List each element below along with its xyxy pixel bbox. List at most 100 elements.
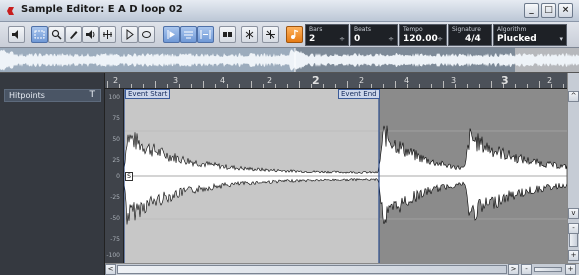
ruler-tick <box>395 81 396 88</box>
threshold-icon[interactable]: T <box>90 90 96 100</box>
zoom-in-horizontal-button[interactable]: + <box>565 264 576 275</box>
waveform-display[interactable]: Event Start Event End S <box>124 89 567 263</box>
ruler-tick <box>119 84 120 88</box>
event-end-marker[interactable]: Event End <box>338 89 380 99</box>
vertical-scrollbar[interactable]: ^ v - + <box>567 73 579 263</box>
level-label: 75 <box>112 115 120 122</box>
event-start-marker[interactable]: Event Start <box>125 89 171 99</box>
level-label: 0 <box>116 173 120 180</box>
sync-point-marker[interactable]: S <box>125 172 133 181</box>
hitpoints-label: Hitpoints <box>9 91 45 100</box>
scroll-left-button[interactable]: < <box>105 264 116 275</box>
zoom-tool[interactable] <box>48 26 65 43</box>
ruler-tick <box>203 81 204 88</box>
loop-button[interactable] <box>138 26 155 43</box>
ruler-beat-label: 2 <box>267 76 273 85</box>
pencil-icon <box>70 31 78 39</box>
bars-stepper-icon[interactable]: ÷ <box>339 35 345 43</box>
loop-icon <box>142 31 151 38</box>
ruler-tick <box>275 84 276 88</box>
ruler-bar-label: 2 <box>312 74 320 87</box>
bars-label: Bars <box>309 26 323 33</box>
warp-sample-button[interactable] <box>262 26 279 43</box>
snap-button[interactable] <box>180 26 197 43</box>
scroll-up-button[interactable]: ^ <box>568 91 579 102</box>
ruler-tick <box>215 84 216 88</box>
audition-loop-button[interactable] <box>163 26 180 43</box>
level-label: -75 <box>110 236 120 243</box>
ruler-tick <box>311 84 312 88</box>
beats-field[interactable]: Beats 0 ÷ <box>350 24 398 46</box>
ruler-tick <box>287 84 288 88</box>
ruler-tick <box>323 84 324 88</box>
musical-mode-icon <box>223 32 232 37</box>
hitpoints-section-header[interactable]: Hitpoints T <box>4 89 101 102</box>
horizontal-scroll-thumb[interactable] <box>117 265 507 274</box>
ruler-tick <box>347 81 348 88</box>
beats-stepper-icon[interactable]: ÷ <box>388 35 394 43</box>
show-info-button[interactable] <box>8 26 25 43</box>
ruler-tick <box>443 81 444 88</box>
algorithm-value: Plucked <box>497 34 537 44</box>
play-button[interactable] <box>121 26 138 43</box>
beats-label: Beats <box>354 26 371 33</box>
zoom-out-horizontal-button[interactable]: - <box>521 264 532 275</box>
level-label: -50 <box>110 215 120 222</box>
minimize-button[interactable]: _ <box>524 3 539 18</box>
tempo-value: 120.00 <box>403 34 438 44</box>
ruler-tick <box>479 84 480 88</box>
hitpoint-button[interactable] <box>197 26 214 43</box>
level-label: 50 <box>112 136 120 143</box>
ruler-tick <box>407 84 408 88</box>
draw-tool[interactable] <box>65 26 82 43</box>
scroll-down-button[interactable]: v <box>568 208 579 219</box>
horizontal-scrollbar[interactable]: < > - + <box>105 263 579 275</box>
ruler-tick <box>503 84 504 88</box>
dropdown-arrow-icon[interactable]: ▾ <box>559 35 563 43</box>
ruler-beat-label: 3 <box>173 76 179 85</box>
waveform-overview[interactable] <box>0 48 579 73</box>
scrub-icon <box>103 30 112 39</box>
ruler-tick <box>563 84 564 88</box>
level-scale: 100 75 50 25 0 -25 -50 -75 -100 <box>105 89 124 263</box>
vertical-zoom-slider[interactable] <box>569 233 578 247</box>
left-panel: Hitpoints T <box>0 73 105 275</box>
signature-field[interactable]: Signature 4/4 <box>448 24 492 46</box>
ruler-tick <box>551 84 552 88</box>
scrub-tool[interactable] <box>99 26 116 43</box>
play-icon <box>126 29 134 40</box>
window-title: Sample Editor: E A D loop 02 <box>21 4 183 15</box>
ruler-tick <box>383 84 384 88</box>
level-label: -100 <box>106 252 120 259</box>
ruler-tick <box>191 84 192 88</box>
signature-label: Signature <box>452 26 481 33</box>
close-button[interactable]: × <box>558 3 573 18</box>
title-bar: Sample Editor: E A D loop 02 _ □ × <box>0 0 579 22</box>
musical-mode-button[interactable] <box>219 26 236 43</box>
warp-tool[interactable] <box>241 26 258 43</box>
tempo-field[interactable]: Tempo 120.00 ÷ <box>399 24 447 46</box>
algorithm-dropdown[interactable]: Algorithm Plucked ▾ <box>493 24 567 46</box>
zoom-in-vertical-button[interactable]: + <box>568 250 579 261</box>
tempo-stepper-icon[interactable]: ÷ <box>437 35 443 43</box>
ruler-tick <box>467 84 468 88</box>
horizontal-zoom-slider[interactable] <box>534 267 562 272</box>
range-selection-tool[interactable] <box>31 26 48 43</box>
ruler-tick <box>155 81 156 88</box>
ruler-tick <box>167 84 168 88</box>
ruler-tick <box>131 84 132 88</box>
timeline-ruler[interactable]: 2 3 4 2 2 2 4 3 3 2 <box>105 73 567 89</box>
bars-value: 2 <box>309 34 316 44</box>
note-icon <box>291 29 299 39</box>
musical-note-button[interactable] <box>286 26 303 43</box>
ruler-tick <box>431 84 432 88</box>
maximize-button[interactable]: □ <box>541 3 556 18</box>
ruler-tick <box>455 84 456 88</box>
bars-field[interactable]: Bars 2 ÷ <box>305 24 349 46</box>
speaker-play-icon <box>86 30 95 39</box>
range-select-icon <box>34 30 45 39</box>
scroll-right-button[interactable]: > <box>508 264 519 275</box>
play-tool[interactable] <box>82 26 99 43</box>
ruler-tick <box>143 84 144 88</box>
ruler-tick <box>299 81 300 88</box>
